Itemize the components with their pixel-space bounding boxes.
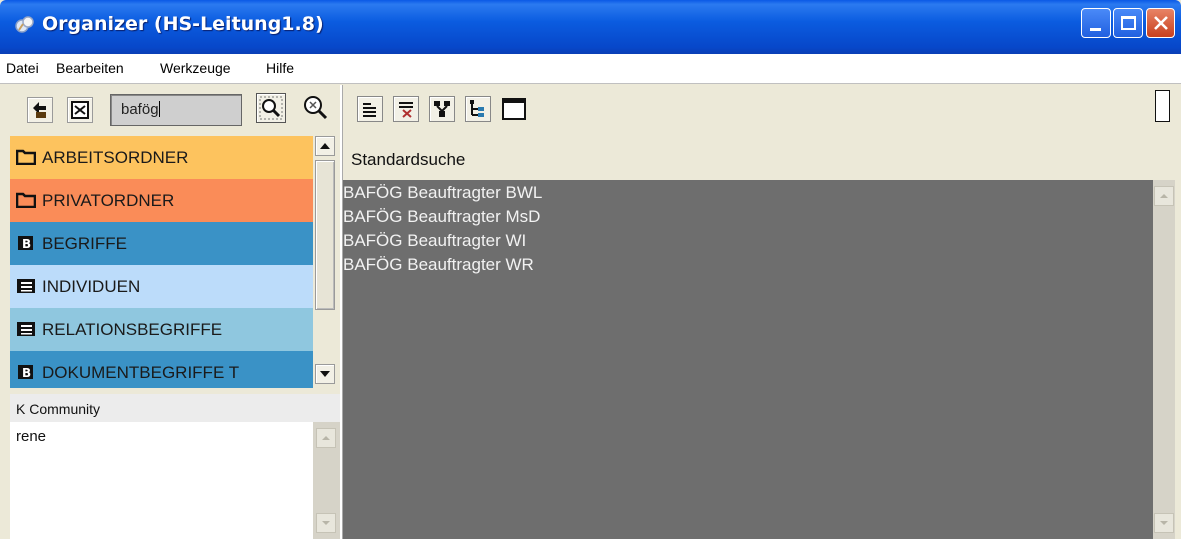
menu-bearbeiten[interactable]: Bearbeiten (56, 60, 124, 76)
arrow-up-icon (1160, 194, 1168, 198)
folder-label: PRIVATORDNER (42, 191, 175, 210)
arrow-up-icon (322, 436, 330, 440)
scroll-down-button[interactable] (315, 364, 335, 384)
search-value: bafög (121, 101, 159, 118)
folder-icon (16, 192, 36, 208)
folder-label: ARBEITSORDNER (42, 148, 189, 167)
scroll-down-button[interactable] (316, 513, 336, 533)
list-remove-icon (399, 102, 413, 118)
arrow-up-icon (320, 143, 330, 149)
list-icon (17, 279, 35, 293)
clear-button[interactable] (67, 97, 93, 123)
title-bar[interactable]: Organizer (HS-Leitung1.8) (0, 0, 1181, 54)
scroll-up-button[interactable] (1154, 186, 1174, 206)
search-icon (259, 96, 283, 120)
list-view-button[interactable] (357, 96, 383, 122)
community-header: K Community (10, 394, 340, 422)
close-button[interactable] (1146, 8, 1175, 38)
scroll-up-button[interactable] (315, 136, 335, 156)
app-icon (15, 16, 34, 33)
search-input[interactable]: bafög (110, 94, 242, 126)
result-item[interactable]: BAFÖG Beauftragter WI (343, 231, 526, 251)
back-icon (33, 102, 46, 118)
clear-icon (71, 101, 89, 119)
remove-filter-button[interactable] (393, 96, 419, 122)
folder-item-arbeitsordner[interactable]: ARBEITSORDNER (10, 136, 313, 179)
folder-item-privatordner[interactable]: PRIVATORDNER (10, 179, 313, 222)
magnifier-icon (304, 96, 328, 120)
list-icon (17, 322, 35, 336)
hierarchy-icon (434, 101, 450, 117)
align-left-icon (363, 103, 376, 117)
result-item[interactable]: BAFÖG Beauftragter MsD (343, 207, 540, 227)
tree-icon (470, 100, 484, 117)
community-list: rene (10, 422, 313, 539)
text-caret (158, 101, 160, 117)
b-box-icon: B (18, 365, 33, 380)
folder-label: BEGRIFFE (42, 234, 128, 253)
folder-item-dokumentbegriffe[interactable]: B DOKUMENTBEGRIFFE T (10, 351, 313, 388)
folder-item-relationsbegriffe[interactable]: RELATIONSBEGRIFFE (10, 308, 313, 351)
window-view-button[interactable] (501, 96, 527, 122)
scroll-thumb[interactable] (315, 160, 335, 310)
minimize-icon (1090, 28, 1101, 31)
folder-list-scrollbar[interactable] (314, 136, 336, 388)
community-entry[interactable]: rene (16, 428, 46, 445)
folder-label: INDIVIDUEN (42, 277, 141, 296)
menu-bar: Datei Bearbeiten Werkzeuge Hilfe (0, 54, 1181, 84)
b-box-icon: B (18, 236, 33, 251)
arrow-down-icon (322, 521, 330, 525)
back-button[interactable] (27, 97, 53, 123)
tree-view-button[interactable] (465, 96, 491, 122)
folder-label: RELATIONSBEGRIFFE (42, 320, 223, 339)
maximize-button[interactable] (1113, 8, 1143, 38)
close-icon (1154, 16, 1168, 30)
section-title: Standardsuche (351, 150, 466, 169)
menu-hilfe[interactable]: Hilfe (266, 60, 294, 76)
folder-icon (16, 149, 36, 165)
results-scrollbar[interactable] (1153, 180, 1175, 539)
panel-toggle[interactable] (1155, 90, 1170, 122)
folder-label: DOKUMENTBEGRIFFE T (42, 363, 240, 382)
minimize-button[interactable] (1081, 8, 1111, 38)
arrow-down-icon (320, 371, 330, 377)
arrow-down-icon (1160, 521, 1168, 525)
result-item[interactable]: BAFÖG Beauftragter WR (343, 255, 534, 275)
advanced-search-button[interactable] (301, 93, 331, 123)
window-title: Organizer (HS-Leitung1.8) (42, 13, 324, 35)
svg-text:B: B (22, 366, 31, 380)
search-button[interactable] (256, 93, 286, 123)
maximize-icon (1121, 16, 1136, 30)
result-item[interactable]: BAFÖG Beauftragter BWL (343, 183, 542, 203)
folder-item-individuen[interactable]: INDIVIDUEN (10, 265, 313, 308)
menu-werkzeuge[interactable]: Werkzeuge (160, 60, 231, 76)
scroll-up-button[interactable] (316, 428, 336, 448)
scroll-down-button[interactable] (1154, 513, 1174, 533)
community-scrollbar[interactable] (313, 422, 340, 539)
hierarchy-button[interactable] (429, 96, 455, 122)
menu-datei[interactable]: Datei (6, 60, 39, 76)
svg-text:B: B (22, 237, 31, 251)
folder-item-begriffe[interactable]: B BEGRIFFE (10, 222, 313, 265)
window-icon (502, 98, 526, 120)
organizer-window: Organizer (HS-Leitung1.8) Datei Bearbeit… (0, 0, 1181, 539)
